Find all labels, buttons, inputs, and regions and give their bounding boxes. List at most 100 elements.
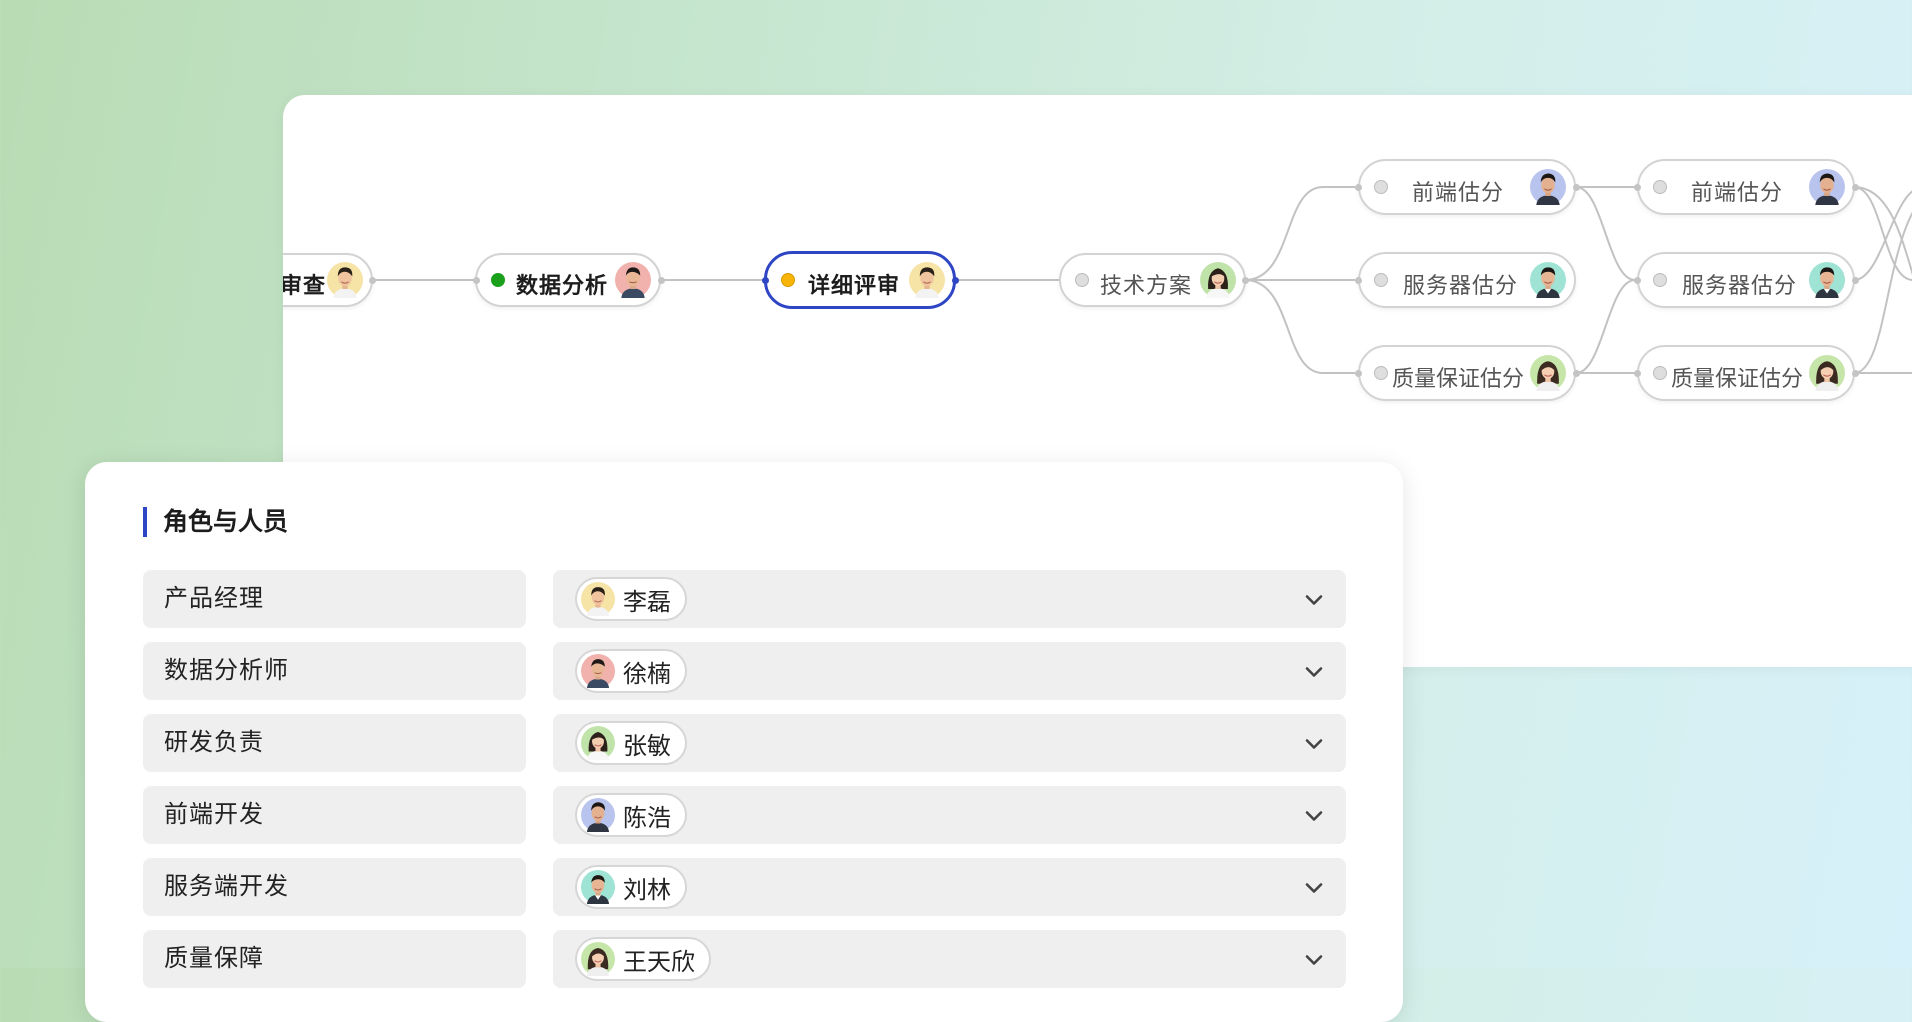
person-name: 李磊 <box>623 588 671 616</box>
role-label: 服务端开发 <box>143 858 526 916</box>
node-label: 服务器估分 <box>1682 273 1798 298</box>
person-name: 陈浩 <box>623 804 671 832</box>
status-pending-icon <box>1075 273 1089 287</box>
person-name: 徐楠 <box>623 660 671 688</box>
avatar <box>1530 355 1566 391</box>
flow-node-server-estimate[interactable]: 服务器估分 <box>1358 252 1576 308</box>
assignee-select-frontend-dev[interactable]: 陈浩 <box>553 786 1346 844</box>
connector <box>1244 186 1355 281</box>
person-name: 刘林 <box>623 876 671 904</box>
flow-node-frontend-estimate[interactable]: 前端估分 <box>1358 159 1576 215</box>
connection-port <box>368 276 376 284</box>
status-current-icon <box>781 273 795 287</box>
node-label: 服务器估分 <box>1403 273 1519 298</box>
avatar <box>1809 262 1845 298</box>
connector <box>1853 212 1912 374</box>
assignee-select-dev-lead[interactable]: 张敏 <box>553 714 1346 772</box>
node-label: 质量保证估分 <box>1671 366 1804 391</box>
connection-port <box>657 276 665 284</box>
node-label: 前端估分 <box>1412 180 1505 205</box>
node-label: 数据分析 <box>516 273 609 298</box>
avatar <box>1530 169 1566 205</box>
role-label: 数据分析师 <box>143 642 526 700</box>
connection-port <box>1354 276 1362 284</box>
node-label: 技术方案 <box>1100 273 1193 298</box>
node-label: 质量保证估分 <box>1392 366 1525 391</box>
avatar <box>1809 355 1845 391</box>
status-done-icon <box>491 273 505 287</box>
node-label: 前端估分 <box>1691 180 1784 205</box>
connection-port <box>1633 369 1641 377</box>
chevron-down-icon[interactable] <box>1302 876 1326 900</box>
connection-port <box>1572 369 1580 377</box>
person-name: 王天欣 <box>623 948 695 976</box>
flow-node-frontend-estimate-2[interactable]: 前端估分 <box>1637 159 1855 215</box>
connector <box>1853 186 1912 276</box>
flow-node-qa-estimate-2[interactable]: 质量保证估分 <box>1637 345 1855 401</box>
connection-port <box>472 276 480 284</box>
connection-port <box>1851 183 1859 191</box>
connection-port <box>1633 276 1641 284</box>
status-pending-icon <box>1374 273 1388 287</box>
status-pending-icon <box>1374 366 1388 380</box>
chevron-down-icon[interactable] <box>1302 948 1326 972</box>
status-pending-icon <box>1653 273 1667 287</box>
connection-port <box>951 276 959 284</box>
avatar <box>581 582 615 616</box>
avatar <box>1530 262 1566 298</box>
connection-port <box>1241 276 1249 284</box>
avatar <box>1809 169 1845 205</box>
person-chip[interactable]: 刘林 <box>575 865 687 909</box>
chevron-down-icon[interactable] <box>1302 804 1326 828</box>
person-chip[interactable]: 王天欣 <box>575 937 711 981</box>
role-label: 质量保障 <box>143 930 526 988</box>
panel-title: 角色与人员 <box>143 507 288 537</box>
assignee-select-product-manager[interactable]: 李磊 <box>553 570 1346 628</box>
person-chip[interactable]: 陈浩 <box>575 793 687 837</box>
status-pending-icon <box>1653 180 1667 194</box>
connection-port <box>1633 183 1641 191</box>
avatar <box>581 942 615 976</box>
assignee-select-backend-dev[interactable]: 刘林 <box>553 858 1346 916</box>
avatar <box>581 798 615 832</box>
flow-node-detailed-review[interactable]: 详细评审 <box>764 251 956 309</box>
flow-node-server-estimate-2[interactable]: 服务器估分 <box>1637 252 1855 308</box>
flow-node-data-analysis[interactable]: 数据分析 <box>475 253 661 307</box>
avatar <box>1200 262 1236 298</box>
connection-port <box>1851 276 1859 284</box>
connector <box>1575 186 1636 281</box>
role-label: 研发负责 <box>143 714 526 772</box>
avatar <box>581 726 615 760</box>
flow-node-tech-plan[interactable]: 技术方案 <box>1059 253 1246 307</box>
person-name: 张敏 <box>623 732 671 760</box>
flow-node-review[interactable]: 审查 <box>283 253 373 307</box>
avatar <box>581 870 615 904</box>
connection-port <box>761 276 769 284</box>
node-label: 详细评审 <box>808 273 901 298</box>
connector <box>1575 279 1636 374</box>
role-label: 产品经理 <box>143 570 526 628</box>
assignee-select-qa[interactable]: 王天欣 <box>553 930 1346 988</box>
chevron-down-icon[interactable] <box>1302 732 1326 756</box>
assignee-select-data-analyst[interactable]: 徐楠 <box>553 642 1346 700</box>
person-chip[interactable]: 张敏 <box>575 721 687 765</box>
connection-port <box>1354 369 1362 377</box>
avatar <box>909 262 945 298</box>
chevron-down-icon[interactable] <box>1302 588 1326 612</box>
status-pending-icon <box>1653 366 1667 380</box>
connection-port <box>1851 369 1859 377</box>
flow-node-qa-estimate[interactable]: 质量保证估分 <box>1358 345 1576 401</box>
person-chip[interactable]: 徐楠 <box>575 649 687 693</box>
avatar <box>615 262 651 298</box>
connection-port <box>1354 183 1362 191</box>
chevron-down-icon[interactable] <box>1302 660 1326 684</box>
node-label: 审查 <box>283 273 327 298</box>
avatar <box>327 262 363 298</box>
person-chip[interactable]: 李磊 <box>575 577 687 621</box>
status-pending-icon <box>1374 180 1388 194</box>
connector <box>1244 279 1355 374</box>
connection-port <box>1572 183 1580 191</box>
role-label: 前端开发 <box>143 786 526 844</box>
avatar <box>581 654 615 688</box>
roles-panel: 角色与人员 产品经理 李磊 数据分析师 徐楠 研发负责 张敏 前端开发 陈浩 服… <box>85 462 1403 1022</box>
